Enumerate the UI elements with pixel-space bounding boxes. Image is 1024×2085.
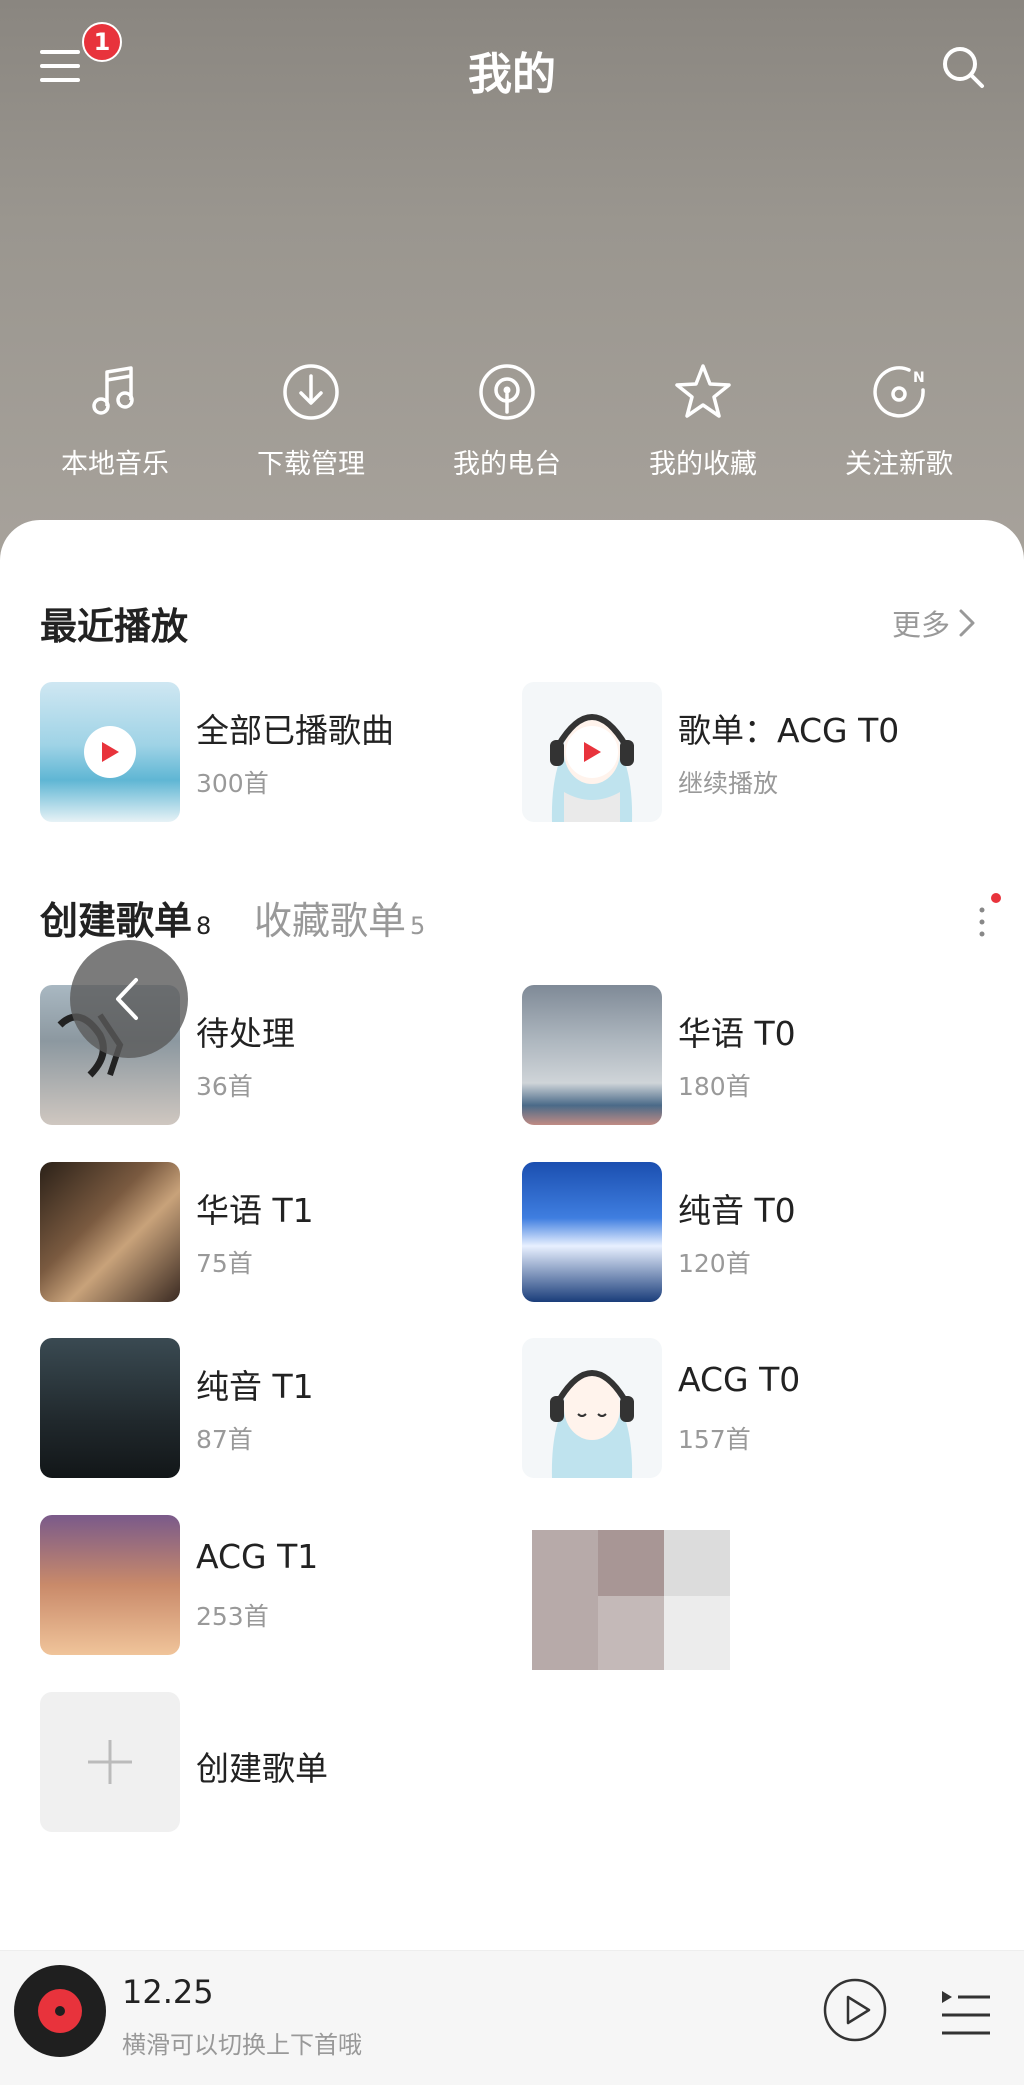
quick-local-music[interactable]: 本地音乐 <box>17 360 213 500</box>
back-gesture-button[interactable] <box>70 940 188 1058</box>
player-play-button[interactable] <box>822 1977 888 2043</box>
tab-count: 5 <box>410 912 426 940</box>
playlist-item[interactable]: 华语 T0 180首 <box>522 985 962 1125</box>
playlist-title: ACG T1 <box>196 1537 319 1576</box>
playlist-item[interactable]: 华语 T1 75首 <box>40 1162 480 1302</box>
cover-image <box>40 682 180 822</box>
playlist-item[interactable]: ACG T0 157首 <box>522 1338 962 1478</box>
recent-item-title: 全部已播歌曲 <box>196 711 394 750</box>
quick-label: 我的收藏 <box>649 449 757 480</box>
playlist-icon <box>942 1991 990 2035</box>
quick-follow-new-songs[interactable]: N 关注新歌 <box>801 360 997 500</box>
quick-label: 关注新歌 <box>845 449 953 480</box>
new-songs-icon: N <box>873 366 925 418</box>
recent-item-sub: 300首 <box>196 769 269 798</box>
svg-text:N: N <box>913 370 925 386</box>
plus-icon <box>88 1740 132 1784</box>
tab-label: 收藏歌单 <box>254 899 407 943</box>
tab-collected-playlists[interactable]: 收藏歌单 5 <box>254 890 425 945</box>
star-icon <box>675 364 731 418</box>
playlist-title: 华语 T1 <box>196 1191 314 1230</box>
cover-image <box>40 1515 180 1655</box>
playlist-title: ACG T0 <box>678 1360 801 1399</box>
recent-item[interactable]: 全部已播歌曲 300首 <box>40 682 480 822</box>
quick-label: 下载管理 <box>257 449 365 480</box>
cover-image <box>522 1338 662 1478</box>
playlist-item[interactable]: 纯音 T1 87首 <box>40 1338 480 1478</box>
recent-item-title: 歌单：ACG T0 <box>678 711 900 750</box>
chevron-left-icon <box>116 978 138 1020</box>
player-hint: 横滑可以切换上下首哦 <box>122 2031 362 2059</box>
quick-my-favorites[interactable]: 我的收藏 <box>605 360 801 500</box>
create-playlist-label: 创建歌单 <box>196 1749 328 1788</box>
playlist-item[interactable]: ACG T1 253首 <box>40 1515 480 1655</box>
play-circle-icon <box>823 1978 887 2042</box>
search-icon <box>943 47 984 88</box>
music-note-icon <box>92 366 134 415</box>
blurred-content <box>472 1510 812 1670</box>
playlist-item[interactable]: 纯音 T0 120首 <box>522 1162 962 1302</box>
tab-created-playlists[interactable]: 创建歌单 8 <box>40 890 211 945</box>
playlist-count: 253首 <box>196 1602 269 1631</box>
playlist-count: 120首 <box>678 1249 751 1278</box>
playlist-count: 157首 <box>678 1425 751 1454</box>
cover-image <box>522 682 662 822</box>
top-bar: 1 我的 <box>0 0 1024 130</box>
tab-count: 8 <box>196 912 212 940</box>
playlist-queue-button[interactable] <box>938 1987 994 2043</box>
play-icon <box>584 742 601 762</box>
playlist-title: 纯音 T0 <box>678 1191 796 1230</box>
more-label: 更多 <box>891 608 950 642</box>
quick-actions: 本地音乐 下载管理 我的电台 我的收藏 N 关注新歌 <box>0 360 1024 500</box>
play-button[interactable] <box>566 726 618 778</box>
tab-label: 创建歌单 <box>40 899 193 943</box>
playlist-title: 纯音 T1 <box>196 1367 314 1406</box>
download-icon <box>283 364 339 420</box>
cover-image <box>40 1338 180 1478</box>
album-disc[interactable] <box>14 1965 106 2057</box>
playlist-count: 87首 <box>196 1425 253 1454</box>
page-title: 我的 <box>468 49 556 100</box>
search-button[interactable] <box>938 42 990 94</box>
quick-label: 我的电台 <box>453 449 561 480</box>
playlist-count: 36首 <box>196 1072 253 1101</box>
cover-image <box>40 1162 180 1302</box>
create-playlist-button[interactable]: 创建歌单 <box>40 1692 480 1832</box>
recent-section-title: 最近播放 <box>40 605 188 648</box>
playlist-options-button[interactable] <box>972 892 1002 948</box>
create-cover <box>40 1692 180 1832</box>
cover-image <box>522 985 662 1125</box>
chevron-right-icon <box>959 609 975 637</box>
playlist-count: 180首 <box>678 1072 751 1101</box>
playlist-title: 华语 T0 <box>678 1014 796 1053</box>
player-song-title: 12.25 <box>122 1973 214 2011</box>
mini-player: 12.25 横滑可以切换上下首哦 <box>0 1950 1024 2085</box>
more-vertical-icon <box>979 893 1001 937</box>
radio-icon <box>479 364 535 420</box>
playlist-count: 75首 <box>196 1249 253 1278</box>
play-icon <box>102 742 119 762</box>
quick-download-manager[interactable]: 下载管理 <box>213 360 409 500</box>
quick-my-radio[interactable]: 我的电台 <box>409 360 605 500</box>
play-button[interactable] <box>84 726 136 778</box>
anime-girl-cover-art <box>550 1370 634 1478</box>
cover-image <box>522 1162 662 1302</box>
more-link[interactable]: 更多 <box>892 602 978 644</box>
quick-label: 本地音乐 <box>61 449 169 480</box>
recent-item-sub: 继续播放 <box>678 769 779 798</box>
recent-item[interactable]: 歌单：ACG T0 继续播放 <box>522 682 982 822</box>
playlist-title: 待处理 <box>196 1014 295 1053</box>
